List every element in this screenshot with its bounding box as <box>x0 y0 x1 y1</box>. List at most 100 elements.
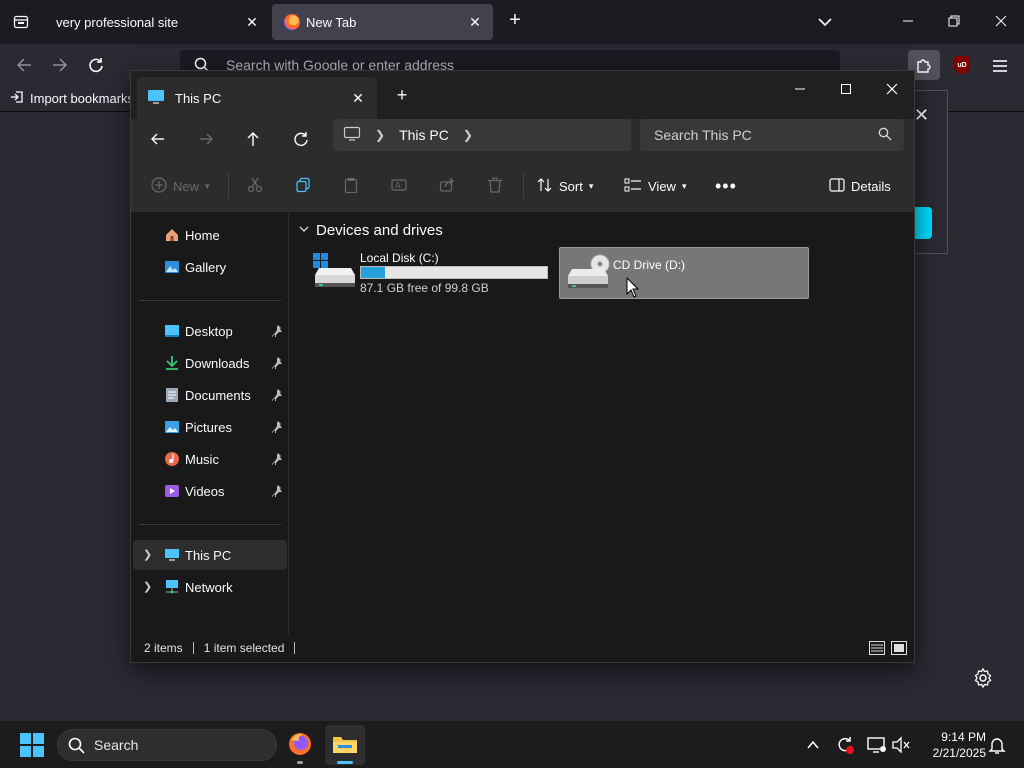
pin-icon[interactable] <box>271 324 285 338</box>
chevron-right-icon[interactable]: ❯ <box>143 580 155 594</box>
breadcrumb-chevron-icon[interactable]: ❯ <box>463 128 473 142</box>
copy-button[interactable] <box>295 175 311 197</box>
firefox-view-icon[interactable] <box>8 8 34 36</box>
browser-tab[interactable]: very professional site ✕ <box>44 4 270 40</box>
nav-item-pictures[interactable]: Pictures <box>133 412 287 442</box>
view-button[interactable]: View ▾ <box>624 175 686 197</box>
breadcrumb-this-pc[interactable]: This PC <box>399 127 449 143</box>
new-tab-plus-icon[interactable]: + <box>504 10 526 32</box>
gear-icon[interactable] <box>972 667 994 689</box>
taskbar: Search 9:14 PM 2/21/2025 <box>0 720 1024 768</box>
reload-icon[interactable] <box>84 53 108 77</box>
address-bar[interactable]: ❯ This PC ❯ <box>333 119 631 151</box>
close-window-icon[interactable] <box>869 75 915 103</box>
up-arrow-icon[interactable] <box>238 125 268 153</box>
clock-time: 9:14 PM <box>941 730 986 744</box>
pin-icon[interactable] <box>271 452 285 466</box>
explorer-tab[interactable]: This PC ✕ <box>137 77 377 119</box>
nav-label: Pictures <box>185 419 232 435</box>
firefox-taskbar-button[interactable] <box>280 725 320 765</box>
extension-popup: ✕ <box>912 90 948 254</box>
folder-icon <box>332 733 358 758</box>
nav-item-desktop[interactable]: Desktop <box>133 316 287 346</box>
back-arrow-icon[interactable] <box>143 125 173 153</box>
monitor-icon <box>147 89 165 108</box>
minimize-icon[interactable] <box>777 75 823 103</box>
nav-label: Documents <box>185 387 251 403</box>
paste-button[interactable] <box>343 175 359 197</box>
tab-close-icon[interactable]: ✕ <box>242 12 262 32</box>
drive-item-d[interactable]: CD Drive (D:) <box>559 247 809 299</box>
drive-item-c[interactable]: Local Disk (C:) 87.1 GB free of 99.8 GB <box>307 247 557 299</box>
popup-action-button[interactable] <box>912 207 932 239</box>
status-divider <box>192 642 194 654</box>
nav-item-gallery[interactable]: Gallery <box>133 252 287 282</box>
sort-button[interactable]: Sort ▾ <box>537 175 593 197</box>
volume-muted-icon[interactable] <box>890 734 912 756</box>
nav-item-home[interactable]: Home <box>133 220 287 250</box>
taskbar-search[interactable]: Search <box>57 729 277 761</box>
restore-icon[interactable] <box>943 10 965 32</box>
share-button[interactable] <box>439 175 455 197</box>
delete-button[interactable] <box>487 175 503 197</box>
minimize-icon[interactable] <box>897 10 919 32</box>
pin-icon[interactable] <box>271 356 285 370</box>
status-bar: 2 items 1 item selected <box>131 634 914 662</box>
pin-icon[interactable] <box>271 388 285 402</box>
chevron-down-icon: ▾ <box>588 180 594 191</box>
group-header[interactable]: Devices and drives <box>298 222 443 239</box>
sync-update-icon[interactable] <box>834 734 856 756</box>
pin-icon[interactable] <box>271 420 285 434</box>
clock[interactable]: 9:14 PM 2/21/2025 <box>916 729 986 761</box>
chevron-down-icon[interactable] <box>814 11 836 33</box>
import-bookmarks-button[interactable]: Import bookmarks <box>10 90 134 107</box>
rename-button[interactable]: A <box>391 175 407 197</box>
large-icons-view-icon[interactable] <box>891 641 907 655</box>
windows-start-icon[interactable] <box>20 733 44 757</box>
item-count: 2 items <box>144 641 183 655</box>
music-icon <box>163 450 181 468</box>
nav-item-videos[interactable]: Videos <box>133 476 287 506</box>
drive-usage-bar <box>360 266 548 279</box>
forward-arrow-icon[interactable] <box>191 125 221 153</box>
new-button[interactable]: New ▾ <box>151 175 210 197</box>
download-icon <box>163 354 181 372</box>
new-tab-plus-icon[interactable]: + <box>391 84 413 106</box>
sort-arrows-icon <box>537 177 553 196</box>
details-button[interactable]: Details <box>829 175 891 197</box>
more-options-button[interactable]: ••• <box>715 175 737 197</box>
back-arrow-icon[interactable] <box>12 53 36 77</box>
tab-close-icon[interactable]: ✕ <box>465 12 485 32</box>
tab-close-icon[interactable]: ✕ <box>349 89 367 107</box>
maximize-icon[interactable] <box>823 75 869 103</box>
nav-item-downloads[interactable]: Downloads <box>133 348 287 378</box>
network-display-icon[interactable] <box>866 734 888 756</box>
chevron-right-icon[interactable]: ❯ <box>143 548 155 562</box>
details-view-icon[interactable] <box>869 641 885 655</box>
file-explorer-taskbar-button[interactable] <box>325 725 365 765</box>
popup-close-icon[interactable]: ✕ <box>914 105 934 125</box>
nav-item-this-pc[interactable]: ❯ This PC <box>133 540 287 570</box>
nav-item-music[interactable]: Music <box>133 444 287 474</box>
document-icon <box>163 386 181 404</box>
search-input[interactable]: Search This PC <box>640 119 904 151</box>
group-header-label: Devices and drives <box>316 222 443 239</box>
taskbar-search-label: Search <box>94 737 139 753</box>
browser-tab-active[interactable]: New Tab ✕ <box>272 4 493 40</box>
nav-item-documents[interactable]: Documents <box>133 380 287 410</box>
file-explorer-window: This PC ✕ + ❯ This PC ❯ Search This PC N… <box>130 70 915 663</box>
hamburger-menu-icon[interactable] <box>990 56 1010 76</box>
forward-arrow-icon[interactable] <box>48 53 72 77</box>
ublock-origin-icon[interactable]: uD <box>954 56 970 74</box>
nav-label: Home <box>185 227 220 243</box>
cut-button[interactable] <box>247 175 263 197</box>
sort-label: Sort <box>559 178 583 194</box>
notification-bell-icon[interactable] <box>986 734 1008 756</box>
refresh-icon[interactable] <box>286 125 316 153</box>
close-window-icon[interactable] <box>990 10 1012 32</box>
breadcrumb-chevron-icon[interactable]: ❯ <box>375 128 385 142</box>
chevron-up-icon[interactable] <box>802 734 824 756</box>
pin-icon[interactable] <box>271 484 285 498</box>
firefox-favicon-icon <box>284 14 300 30</box>
nav-item-network[interactable]: ❯ Network <box>133 572 287 602</box>
